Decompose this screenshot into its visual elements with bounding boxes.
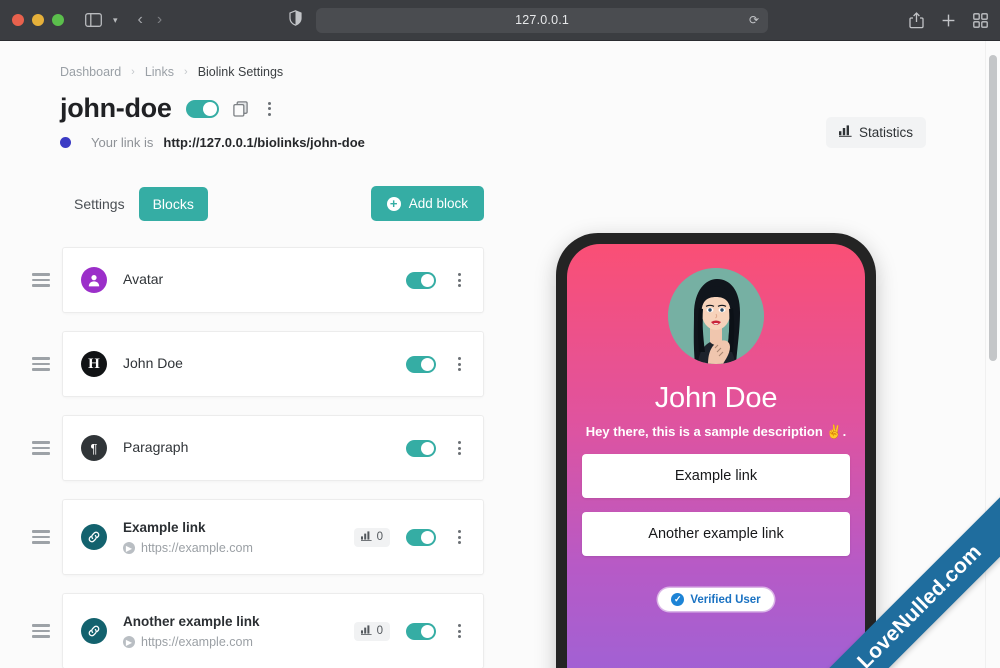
block-title: Avatar	[123, 271, 164, 287]
open-link-icon: ▶	[123, 636, 135, 648]
block-enabled-toggle[interactable]	[406, 528, 436, 546]
block-row-example-link[interactable]: Example link ▶ https://example.com 0	[32, 499, 484, 575]
link-icon	[81, 618, 107, 644]
window-traffic-lights[interactable]	[12, 14, 64, 26]
block-kebab-menu-icon[interactable]	[452, 624, 467, 638]
block-kebab-menu-icon[interactable]	[452, 273, 467, 287]
close-window-button[interactable]	[12, 14, 24, 26]
verified-check-icon: ✓	[671, 593, 685, 606]
maximize-window-button[interactable]	[52, 14, 64, 26]
block-kebab-menu-icon[interactable]	[452, 441, 467, 455]
statistics-button[interactable]: Statistics	[825, 117, 926, 148]
biolink-url-label: Your link is	[91, 135, 154, 150]
drag-handle-icon[interactable]	[20, 357, 62, 371]
open-link-icon: ▶	[123, 542, 135, 554]
block-stats-count: 0	[376, 625, 383, 637]
page-scrollbar[interactable]	[985, 41, 1000, 668]
breadcrumb: Dashboard › Links › Biolink Settings	[60, 65, 1000, 79]
preview-link-button[interactable]: Another example link	[582, 512, 850, 556]
verified-user-badge: ✓ Verified User	[658, 588, 774, 611]
blocks-list: Avatar H John Doe ¶ Paragraph Example li…	[32, 247, 484, 668]
copy-icon[interactable]	[232, 100, 248, 117]
avatar-icon	[81, 267, 107, 293]
preview-description: Hey there, this is a sample description …	[585, 424, 847, 439]
address-bar-url: 127.0.0.1	[515, 13, 570, 27]
statistics-label: Statistics	[858, 125, 913, 140]
sidebar-toggle-icon[interactable]	[80, 8, 106, 32]
add-block-button[interactable]: + Add block	[370, 186, 484, 221]
phone-preview: John Doe Hey there, this is a sample des…	[556, 233, 876, 668]
block-stats-badge[interactable]: 0	[353, 527, 390, 547]
drag-handle-icon[interactable]	[20, 441, 62, 455]
plus-circle-icon: +	[386, 196, 401, 211]
minimize-window-button[interactable]	[32, 14, 44, 26]
scrollbar-thumb[interactable]	[989, 55, 997, 361]
back-arrow-icon[interactable]: ‹	[138, 12, 143, 28]
new-tab-plus-icon[interactable]	[941, 8, 956, 32]
bar-chart-icon	[360, 624, 372, 638]
preview-name: John Doe	[654, 382, 778, 414]
breadcrumb-separator-icon: ›	[184, 66, 188, 78]
block-enabled-toggle[interactable]	[406, 622, 436, 640]
tab-overview-grid-icon[interactable]	[973, 8, 988, 32]
block-kebab-menu-icon[interactable]	[452, 357, 467, 371]
paragraph-icon: ¶	[81, 435, 107, 461]
block-enabled-toggle[interactable]	[406, 355, 436, 373]
biolink-url-value[interactable]: http://127.0.0.1/biolinks/john-doe	[163, 135, 365, 150]
drag-handle-icon[interactable]	[20, 530, 62, 544]
drag-handle-icon[interactable]	[20, 624, 62, 638]
status-dot-icon	[60, 137, 71, 148]
block-title: Example link	[123, 520, 206, 535]
page-body: Dashboard › Links › Biolink Settings joh…	[0, 41, 1000, 668]
breadcrumb-item-biolink-settings: Biolink Settings	[197, 65, 284, 79]
tab-blocks[interactable]: Blocks	[138, 186, 208, 221]
page-title: john-doe	[60, 93, 172, 123]
block-card[interactable]: Example link ▶ https://example.com 0	[62, 499, 484, 575]
address-bar[interactable]: 127.0.0.1 ⟳	[316, 7, 769, 33]
block-row-avatar[interactable]: Avatar	[32, 247, 484, 313]
block-url[interactable]: https://example.com	[141, 541, 253, 555]
forward-arrow-icon[interactable]: ›	[157, 12, 162, 28]
block-title: Another example link	[123, 614, 260, 629]
bar-chart-icon	[838, 125, 852, 140]
link-icon	[81, 524, 107, 550]
breadcrumb-separator-icon: ›	[131, 66, 135, 78]
header-kebab-menu-icon[interactable]	[262, 101, 277, 116]
block-stats-badge[interactable]: 0	[353, 621, 390, 641]
reload-icon[interactable]: ⟳	[749, 13, 759, 27]
block-enabled-toggle[interactable]	[406, 439, 436, 457]
block-title: Paragraph	[123, 439, 189, 455]
block-row-paragraph[interactable]: ¶ Paragraph	[32, 415, 484, 481]
browser-toolbar: ▾ ‹ › 127.0.0.1 ⟳	[0, 0, 1000, 41]
tabs-and-actions: Settings Blocks + Add block	[60, 186, 484, 221]
drag-handle-icon[interactable]	[20, 273, 62, 287]
breadcrumb-item-links[interactable]: Links	[145, 65, 174, 79]
block-url[interactable]: https://example.com	[141, 635, 253, 649]
preview-avatar	[668, 268, 764, 364]
add-block-label: Add block	[408, 196, 468, 211]
block-card[interactable]: Avatar	[62, 247, 484, 313]
verified-user-label: Verified User	[690, 593, 761, 606]
bar-chart-icon	[360, 530, 372, 544]
block-card[interactable]: ¶ Paragraph	[62, 415, 484, 481]
tab-settings[interactable]: Settings	[60, 187, 139, 221]
biolink-preview-screen: John Doe Hey there, this is a sample des…	[567, 244, 865, 668]
block-row-heading[interactable]: H John Doe	[32, 331, 484, 397]
share-icon[interactable]	[909, 8, 924, 32]
block-title: John Doe	[123, 355, 183, 371]
preview-link-button[interactable]: Example link	[582, 454, 850, 498]
chevron-down-icon[interactable]: ▾	[113, 15, 118, 26]
block-row-another-example-link[interactable]: Another example link ▶ https://example.c…	[32, 593, 484, 668]
biolink-enabled-toggle[interactable]	[185, 99, 219, 118]
breadcrumb-item-dashboard[interactable]: Dashboard	[60, 65, 121, 79]
block-card[interactable]: H John Doe	[62, 331, 484, 397]
block-card[interactable]: Another example link ▶ https://example.c…	[62, 593, 484, 668]
heading-icon: H	[81, 351, 107, 377]
block-enabled-toggle[interactable]	[406, 271, 436, 289]
block-stats-count: 0	[376, 531, 383, 543]
shield-privacy-icon[interactable]	[289, 9, 302, 31]
block-kebab-menu-icon[interactable]	[452, 530, 467, 544]
